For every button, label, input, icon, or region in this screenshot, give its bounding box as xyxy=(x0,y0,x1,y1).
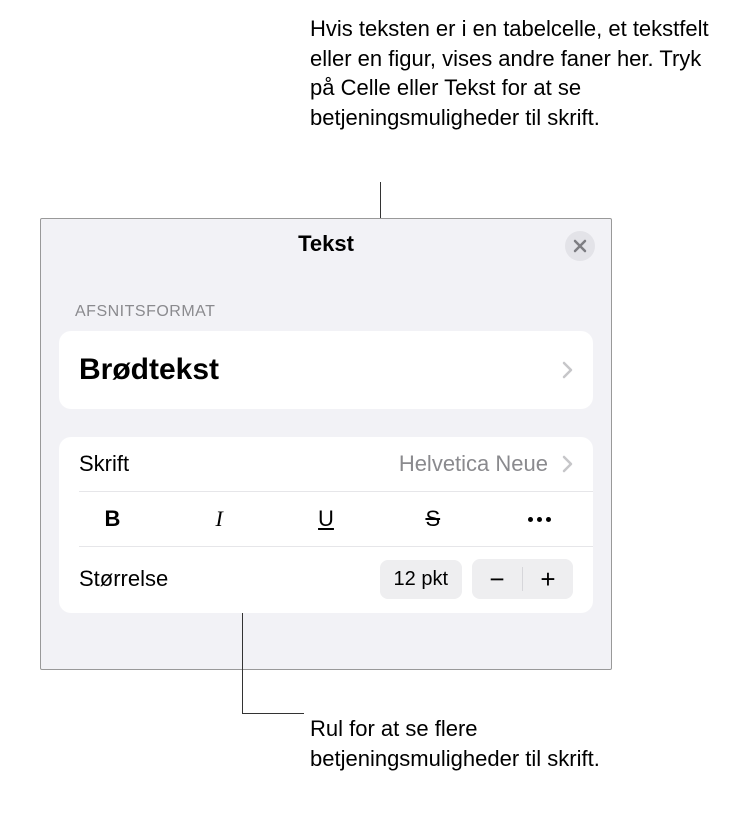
underline-button[interactable]: U xyxy=(273,492,380,546)
font-row[interactable]: Skrift Helvetica Neue xyxy=(59,437,593,491)
paragraph-style-card: Brødtekst xyxy=(59,331,593,409)
size-decrease-button[interactable]: − xyxy=(472,559,522,599)
font-card: Skrift Helvetica Neue B I U S Størrelse xyxy=(59,437,593,613)
annotation-top: Hvis teksten er i en tabelcelle, et teks… xyxy=(310,14,710,133)
style-row: B I U S xyxy=(59,492,593,546)
italic-button[interactable]: I xyxy=(166,492,273,546)
callout-line xyxy=(242,713,304,714)
panel-title: Tekst xyxy=(298,231,354,257)
text-panel: Tekst AFSNITSFORMAT Brødtekst Skrift Hel… xyxy=(40,218,612,670)
font-value-wrap: Helvetica Neue xyxy=(399,451,573,477)
callout-line xyxy=(242,613,243,713)
annotation-bottom: Rul for at se flere betjeningsmuligheder… xyxy=(310,714,630,773)
section-label: AFSNITSFORMAT xyxy=(41,269,611,331)
size-stepper: − + xyxy=(472,559,573,599)
strikethrough-button[interactable]: S xyxy=(379,492,486,546)
size-controls: 12 pkt − + xyxy=(380,559,573,599)
font-value: Helvetica Neue xyxy=(399,451,548,477)
chevron-right-icon xyxy=(562,455,573,473)
bold-button[interactable]: B xyxy=(59,492,166,546)
close-button[interactable] xyxy=(565,231,595,261)
more-styles-button[interactable] xyxy=(486,492,593,546)
size-increase-button[interactable]: + xyxy=(523,559,573,599)
size-label: Størrelse xyxy=(79,566,168,592)
size-row: Størrelse 12 pkt − + xyxy=(59,547,593,613)
paragraph-style-name: Brødtekst xyxy=(79,353,219,387)
paragraph-style-row[interactable]: Brødtekst xyxy=(59,331,593,409)
more-icon xyxy=(528,517,551,522)
font-label: Skrift xyxy=(79,451,129,477)
chevron-right-icon xyxy=(562,361,573,379)
callout-line xyxy=(380,182,381,218)
close-icon xyxy=(573,239,587,253)
size-value-button[interactable]: 12 pkt xyxy=(380,560,462,599)
panel-header: Tekst xyxy=(41,219,611,269)
